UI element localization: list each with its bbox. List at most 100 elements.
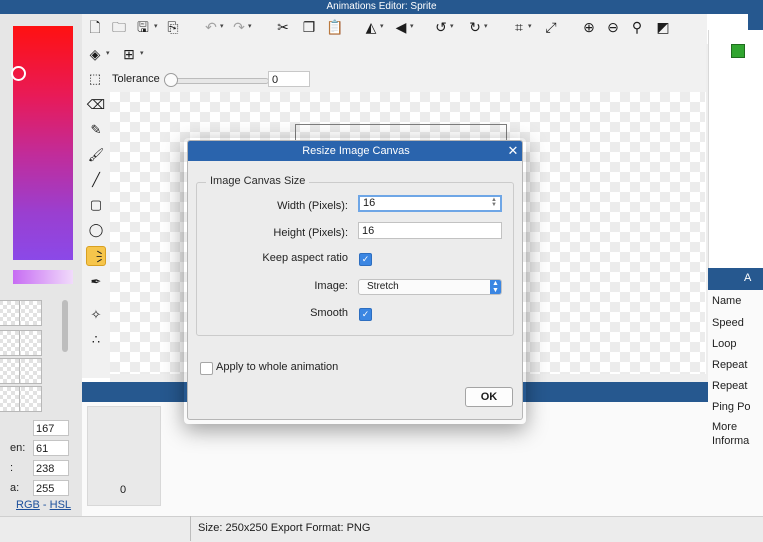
redo-dropdown-icon[interactable]: ▾: [248, 18, 252, 36]
nodes-icon[interactable]: ∴: [86, 330, 106, 350]
save-icon[interactable]: 🖫: [134, 18, 152, 36]
line-icon[interactable]: ╱: [86, 170, 106, 190]
color-mode-links: RGB - HSL: [16, 499, 71, 511]
color-swatch[interactable]: [0, 386, 20, 412]
pencil-icon[interactable]: ✎: [86, 120, 106, 140]
rotate-right-icon[interactable]: ↻: [466, 18, 484, 36]
color-channel-input[interactable]: 61: [33, 440, 69, 456]
undo-dropdown-icon[interactable]: ▾: [220, 18, 224, 36]
layers-icon[interactable]: ◈: [86, 45, 104, 63]
properties-header-label: A: [744, 272, 752, 284]
height-field[interactable]: 16: [358, 222, 502, 239]
color-channel-label: a:: [10, 482, 20, 494]
chevron-updown-icon[interactable]: ▲ ▼: [490, 280, 501, 294]
apply-all-checkbox[interactable]: [200, 362, 213, 375]
close-icon[interactable]: ✕: [504, 141, 522, 161]
smooth-checkbox[interactable]: ✓: [359, 308, 372, 321]
flip-v-dropdown-icon[interactable]: ▾: [410, 18, 414, 36]
width-field[interactable]: 16 ▲ ▼: [358, 195, 502, 212]
redo-icon[interactable]: ↷: [230, 18, 248, 36]
frame-number: 0: [119, 484, 127, 496]
rotate-left-icon[interactable]: ↺: [432, 18, 450, 36]
property-label: Name: [712, 295, 742, 307]
crop-icon[interactable]: ⌗: [510, 18, 528, 36]
width-label: Width (Pixels):: [277, 200, 348, 212]
contrast-icon[interactable]: ◩: [654, 18, 672, 36]
cut-icon[interactable]: ✂: [274, 18, 292, 36]
paint-bucket-icon[interactable]: 🗦: [86, 246, 106, 266]
resize-icon[interactable]: ⤢: [542, 18, 560, 36]
selection-icon[interactable]: ⬚: [86, 70, 104, 88]
ok-button[interactable]: OK: [465, 387, 513, 407]
keep-aspect-checkbox[interactable]: ✓: [359, 253, 372, 266]
smooth-label: Smooth: [310, 307, 348, 319]
tolerance-slider-thumb[interactable]: [164, 73, 178, 87]
open-folder-icon[interactable]: 🗀: [110, 18, 128, 36]
color-channel-label: :: [10, 462, 14, 474]
preview-panel: [708, 30, 763, 268]
zoom-out-icon[interactable]: ⊖: [604, 18, 622, 36]
hsl-mode-link[interactable]: HSL: [50, 499, 71, 511]
tolerance-label: Tolerance: [112, 73, 160, 85]
property-label: Loop: [712, 338, 737, 350]
height-label: Height (Pixels):: [273, 227, 348, 239]
color-picker-marker[interactable]: [11, 66, 26, 81]
copy-icon[interactable]: ❐: [300, 18, 318, 36]
eyedropper-icon[interactable]: ✒: [86, 272, 106, 292]
brush-icon[interactable]: 🖌: [86, 145, 106, 165]
save-dropdown-icon[interactable]: ▾: [154, 18, 158, 36]
color-swatch[interactable]: [0, 330, 20, 356]
status-divider: [190, 516, 191, 541]
flip-horizontal-icon[interactable]: ◭: [362, 18, 380, 36]
rotate-left-dropdown-icon[interactable]: ▾: [450, 18, 454, 36]
zoom-fit-icon[interactable]: ⚲: [628, 18, 646, 36]
rgb-mode-link[interactable]: RGB: [16, 499, 40, 511]
tools-palette: ⌫ ✎ 🖌 ╱ ▢ ◯ 🗦 ✒ ✧ ∴: [82, 92, 110, 378]
status-text: Size: 250x250 Export Format: PNG: [198, 522, 371, 534]
paste-icon[interactable]: 📋: [326, 18, 344, 36]
color-swatch[interactable]: [0, 300, 20, 326]
tolerance-slider-track[interactable]: [172, 78, 269, 84]
flip-vertical-icon[interactable]: ◀: [392, 18, 410, 36]
color-channel-input[interactable]: 238: [33, 460, 69, 476]
window-title: Animations Editor: Sprite: [326, 1, 437, 12]
rotate-right-dropdown-icon[interactable]: ▾: [484, 18, 488, 36]
properties-header: A: [708, 268, 763, 290]
crop-dropdown-icon[interactable]: ▾: [528, 18, 532, 36]
image-mode-value: Stretch: [367, 281, 399, 292]
color-swatch[interactable]: [0, 358, 20, 384]
new-file-icon[interactable]: 🗋: [86, 18, 104, 36]
flip-dropdown-icon[interactable]: ▾: [380, 18, 384, 36]
property-label: Repeat: [712, 359, 748, 371]
color-channel-input[interactable]: 255: [33, 480, 69, 496]
stepper-icon[interactable]: ▲ ▼: [491, 197, 497, 208]
width-value: 16: [363, 197, 376, 209]
color-channel-input[interactable]: 167: [33, 420, 69, 436]
ellipse-icon[interactable]: ◯: [86, 220, 106, 240]
layers-dropdown-icon[interactable]: ▾: [106, 45, 110, 63]
tolerance-input[interactable]: 0: [268, 71, 310, 87]
layer-color-icon[interactable]: [731, 44, 745, 58]
export-icon[interactable]: ⎘: [164, 18, 182, 36]
resize-canvas-dialog: Resize Image Canvas ✕ Image Canvas Size …: [187, 140, 523, 420]
zoom-in-icon[interactable]: ⊕: [580, 18, 598, 36]
mode-separator: -: [39, 499, 50, 511]
undo-icon[interactable]: ↶: [202, 18, 220, 36]
property-label: Repeat: [712, 380, 748, 392]
alpha-slider[interactable]: [13, 270, 73, 284]
group-label: Image Canvas Size: [206, 175, 310, 187]
rectangle-icon[interactable]: ▢: [86, 195, 106, 215]
color-picker-area[interactable]: [13, 26, 73, 260]
secondary-toolbar: ◈ ▾ ⊞ ▾: [82, 42, 707, 66]
property-label: Ping Po: [712, 401, 751, 413]
property-label: Speed: [712, 317, 744, 329]
image-mode-select[interactable]: Stretch ▲ ▼: [358, 279, 502, 295]
move-icon[interactable]: ✧: [86, 305, 106, 325]
eraser-icon[interactable]: ⌫: [86, 95, 106, 115]
keep-aspect-label: Keep aspect ratio: [262, 252, 348, 264]
grid-icon[interactable]: ⊞: [120, 45, 138, 63]
swatch-scrollbar[interactable]: [62, 300, 68, 352]
grid-dropdown-icon[interactable]: ▾: [140, 45, 144, 63]
dialog-title: Resize Image Canvas: [188, 141, 522, 161]
property-label: More: [712, 421, 738, 433]
